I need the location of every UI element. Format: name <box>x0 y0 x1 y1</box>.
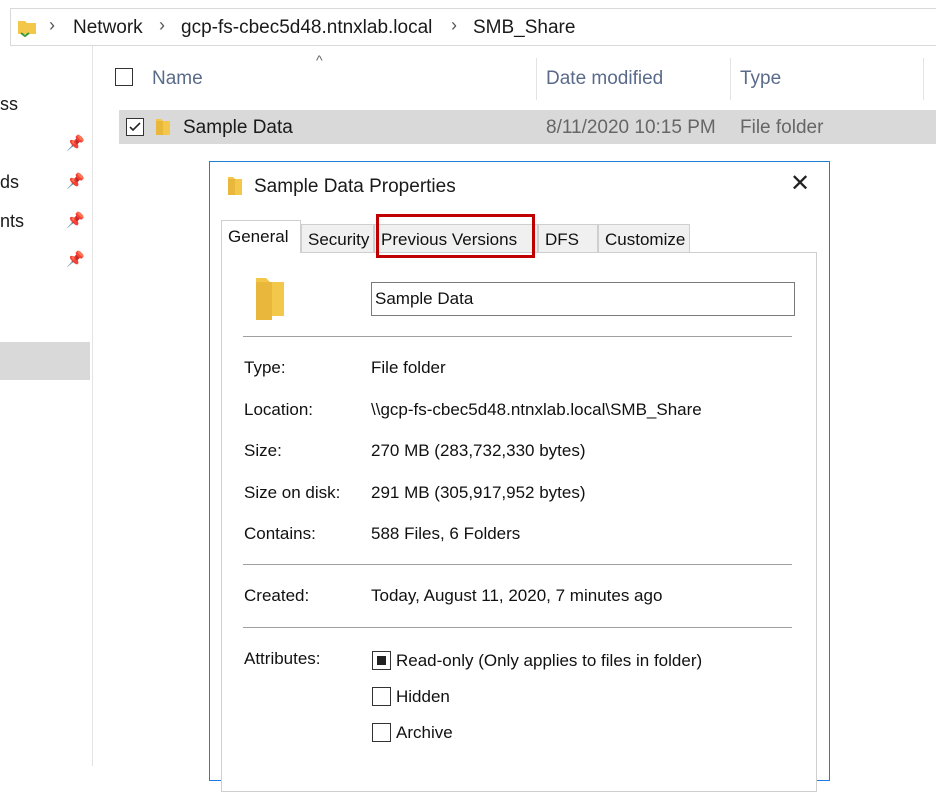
location-value: \\gcp-fs-cbec5d48.ntnxlab.local\SMB_Shar… <box>371 400 702 419</box>
column-divider[interactable] <box>730 58 731 100</box>
created-label: Created: <box>244 586 310 605</box>
tab-general[interactable]: General <box>221 220 301 253</box>
nav-item[interactable]: ss <box>0 94 18 115</box>
nav-item[interactable]: nts <box>0 211 24 232</box>
chevron-right-icon[interactable]: › <box>451 15 457 36</box>
pin-icon[interactable]: 📌 <box>66 250 85 268</box>
folder-name-input[interactable] <box>371 282 795 316</box>
column-divider[interactable] <box>536 58 537 100</box>
folder-icon <box>156 119 170 135</box>
folder-icon <box>18 21 36 38</box>
archive-label[interactable]: Archive <box>396 723 453 743</box>
divider <box>243 336 792 337</box>
chevron-right-icon[interactable]: › <box>159 15 165 36</box>
row-checkbox[interactable] <box>126 118 144 136</box>
row-name[interactable]: Sample Data <box>183 117 293 139</box>
address-bar[interactable]: › Network › gcp-fs-cbec5d48.ntnxlab.loca… <box>10 8 936 46</box>
navigation-pane: ss 📌 ds 📌 nts 📌 📌 <box>0 46 93 766</box>
created-value: Today, August 11, 2020, 7 minutes ago <box>371 586 663 605</box>
nav-item[interactable]: ds <box>0 172 19 193</box>
attributes-label: Attributes: <box>244 649 321 668</box>
row-type: File folder <box>740 117 824 138</box>
readonly-label[interactable]: Read-only (Only applies to files in fold… <box>396 651 702 671</box>
general-tab-panel <box>221 252 817 792</box>
row-date: 8/11/2020 10:15 PM <box>546 117 716 138</box>
type-value: File folder <box>371 358 446 377</box>
size-label: Size: <box>244 441 282 460</box>
size-on-disk-label: Size on disk: <box>244 483 341 502</box>
column-name[interactable]: Name <box>152 68 203 90</box>
type-label: Type: <box>244 358 286 377</box>
hidden-label[interactable]: Hidden <box>396 687 450 707</box>
size-value: 270 MB (283,732,330 bytes) <box>371 441 586 460</box>
divider <box>243 564 792 565</box>
location-label: Location: <box>244 400 313 419</box>
tab-security[interactable]: Security <box>301 224 374 252</box>
dialog-title: Sample Data Properties <box>254 176 456 197</box>
contains-value: 588 Files, 6 Folders <box>371 524 521 543</box>
breadcrumb-network[interactable]: Network <box>73 17 143 39</box>
folder-icon <box>228 177 242 195</box>
archive-checkbox[interactable] <box>372 723 391 742</box>
checkmark-icon <box>129 122 141 132</box>
hidden-checkbox[interactable] <box>372 687 391 706</box>
tab-dfs[interactable]: DFS <box>538 224 598 252</box>
breadcrumb-share[interactable]: SMB_Share <box>473 17 575 39</box>
highlight-box <box>376 214 535 258</box>
column-type[interactable]: Type <box>740 68 781 90</box>
large-folder-icon <box>256 278 284 320</box>
nav-item-selected[interactable] <box>0 342 90 380</box>
pin-icon[interactable]: 📌 <box>66 211 85 229</box>
column-divider[interactable] <box>923 58 924 100</box>
chevron-right-icon[interactable]: › <box>49 15 55 36</box>
column-date-modified[interactable]: Date modified <box>546 68 663 90</box>
tab-customize[interactable]: Customize <box>598 224 690 252</box>
contains-label: Contains: <box>244 524 316 543</box>
divider <box>243 627 792 628</box>
pin-icon[interactable]: 📌 <box>66 134 85 152</box>
close-icon[interactable]: ✕ <box>790 172 810 196</box>
pin-icon[interactable]: 📌 <box>66 172 85 190</box>
sort-up-icon: ^ <box>316 52 323 68</box>
size-on-disk-value: 291 MB (305,917,952 bytes) <box>371 483 586 502</box>
readonly-checkbox[interactable] <box>372 651 391 670</box>
breadcrumb-server[interactable]: gcp-fs-cbec5d48.ntnxlab.local <box>181 17 432 39</box>
select-all-checkbox[interactable] <box>115 68 133 86</box>
